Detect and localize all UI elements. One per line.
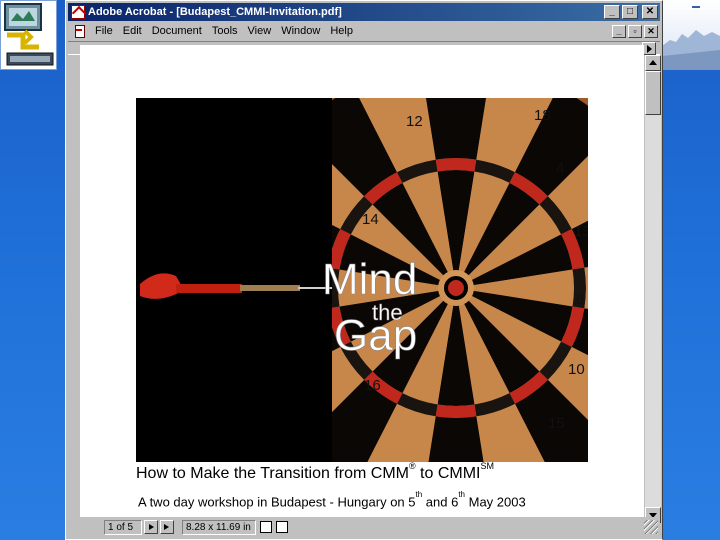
dart-number-label: 15: [548, 415, 565, 432]
subheading-text-1: A two day workshop in Budapest - Hungary…: [138, 494, 416, 510]
subheading-text-3: May 2003: [465, 494, 526, 510]
scroll-thumb[interactable]: [645, 71, 661, 115]
document-heading: How to Make the Transition from CMM® to …: [136, 461, 644, 483]
city-skyline-icon: [662, 6, 720, 70]
dartboard-ring-segment: [435, 404, 477, 418]
heading-sup-1: ®: [408, 461, 416, 471]
status-bar: 1 of 5 8.28 x 11.69 in: [68, 517, 660, 537]
maximize-button[interactable]: □: [622, 5, 638, 19]
document-close-button[interactable]: ✕: [644, 24, 658, 38]
slide-header-decoration: [662, 0, 720, 70]
next-page-icon[interactable]: [144, 520, 158, 534]
resize-grip-icon[interactable]: [644, 520, 658, 534]
mind-the-gap-artwork: 12 18414136161015 Mind the Gap: [136, 98, 588, 462]
dart-number-label: 13: [574, 223, 588, 240]
acrobat-window: Adobe Acrobat - [Budapest_CMMI-Invitatio…: [65, 0, 663, 540]
page-size-field: 8.28 x 11.69 in: [182, 519, 256, 535]
document-restore-button[interactable]: ▫: [628, 24, 642, 38]
subheading-sup-2: th: [458, 490, 465, 499]
heading-text-2: to CMMI: [415, 465, 481, 482]
close-button[interactable]: ✕: [642, 5, 658, 19]
single-page-view-icon[interactable]: [260, 521, 272, 533]
vertical-scrollbar[interactable]: [645, 55, 661, 523]
window-title: Adobe Acrobat - [Budapest_CMMI-Invitatio…: [88, 6, 342, 18]
title-bar[interactable]: Adobe Acrobat - [Budapest_CMMI-Invitatio…: [68, 3, 660, 21]
menu-document[interactable]: Document: [147, 25, 207, 37]
dart-number-label: 14: [362, 211, 379, 228]
dart-number-label: 4: [556, 160, 564, 177]
slide-logo: [0, 0, 57, 70]
dart-number-label: 6: [576, 291, 584, 308]
menu-file[interactable]: File: [90, 25, 118, 37]
acrobat-icon[interactable]: [71, 5, 85, 19]
toolbar-expand-arrow-icon[interactable]: [642, 42, 656, 55]
scroll-up-icon[interactable]: [645, 55, 661, 71]
menu-view[interactable]: View: [243, 25, 277, 37]
dart-number-label: 18: [534, 107, 551, 124]
subheading-text-2: and 6: [422, 494, 459, 510]
subheading-sup-1: th: [415, 490, 423, 499]
menu-help[interactable]: Help: [325, 25, 358, 37]
continuous-view-icon[interactable]: [276, 521, 288, 533]
menu-tools[interactable]: Tools: [207, 25, 243, 37]
last-page-icon[interactable]: [160, 520, 174, 534]
document-view[interactable]: 12 18 4 14 13 6 16 10 15 Mind the Gap How to Mak…: [80, 45, 644, 523]
dartboard-bullseye: [444, 276, 468, 300]
dart-number-label: 12: [406, 113, 423, 130]
document-minimize-button[interactable]: _: [612, 24, 626, 38]
artwork-gap-text: Gap: [334, 311, 417, 360]
document-subheading: A two day workshop in Budapest - Hungary…: [138, 490, 638, 510]
dart-number-label: 10: [568, 361, 585, 378]
dart-number-label: 16: [364, 377, 381, 394]
page-count-field[interactable]: 1 of 5: [104, 519, 142, 535]
computer-logo-icon: [4, 3, 54, 66]
artwork-mind-text: Mind: [322, 255, 417, 304]
menu-edit[interactable]: Edit: [118, 25, 147, 37]
dartboard-ring-segment: [435, 158, 477, 172]
heading-sup-2: SM: [480, 461, 495, 471]
heading-text-1: How to Make the Transition from CMM: [136, 465, 409, 482]
pdf-document-icon[interactable]: [72, 24, 86, 38]
menu-bar: File Edit Document Tools View Window Hel…: [68, 22, 660, 40]
menu-window[interactable]: Window: [276, 25, 325, 37]
minimize-button[interactable]: _: [604, 5, 620, 19]
